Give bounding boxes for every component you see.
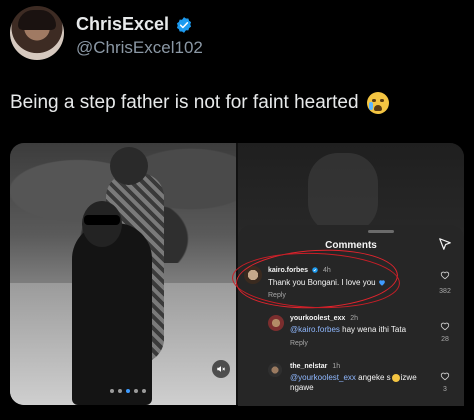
volume-off-icon[interactable] — [212, 360, 230, 378]
comment-mention[interactable]: @kairo.forbes — [290, 325, 340, 334]
comment-text: @kairo.forbes hay wena ithi Tata — [290, 325, 406, 334]
photo-father-child[interactable] — [10, 143, 236, 405]
handle[interactable]: @ChrisExcel102 — [76, 38, 203, 58]
comment-time: 1h — [332, 363, 341, 370]
comment-username: yourkoolest_exx 2h — [290, 315, 358, 322]
display-name-row: ChrisExcel — [76, 14, 193, 35]
comment-text-line2: ngawe — [290, 383, 314, 392]
like-count: 28 — [441, 336, 449, 343]
like-count: 3 — [443, 386, 447, 393]
carousel-dot-active — [126, 389, 130, 393]
carousel-indicator — [110, 389, 146, 393]
reply-button[interactable]: Reply — [290, 340, 308, 347]
paper-plane-icon — [439, 238, 451, 250]
tweet-header: ChrisExcel @ChrisExcel102 — [10, 6, 470, 62]
comment-mention[interactable]: @yourkoolest_exx — [290, 373, 356, 382]
comments-title: Comments — [325, 240, 377, 251]
sheet-grab-handle — [368, 230, 394, 233]
carousel-dot — [110, 389, 114, 393]
comment-username: the_nelstar 1h — [290, 363, 340, 370]
carousel-dot — [134, 389, 138, 393]
tweet-text-body: Being a step father is not for faint hea… — [10, 92, 359, 113]
comment-text: @yourkoolest_exx angeke s izwe — [290, 373, 417, 382]
laughing-face-icon — [391, 373, 400, 382]
verified-badge-icon — [177, 16, 192, 33]
like-heart-icon[interactable] — [440, 270, 450, 280]
carousel-dot — [118, 389, 122, 393]
comment-user-name: the_nelstar — [290, 363, 328, 370]
avatar[interactable] — [10, 6, 64, 60]
comment-avatar — [268, 363, 282, 377]
comment-avatar — [268, 315, 284, 331]
comment-body: hay wena ithi Tata — [339, 325, 407, 334]
tweet-text: Being a step father is not for faint hea… — [10, 92, 389, 114]
like-heart-icon[interactable] — [440, 321, 450, 331]
like-count: 382 — [439, 288, 451, 295]
display-name[interactable]: ChrisExcel — [76, 14, 169, 35]
carousel-dot — [142, 389, 146, 393]
like-heart-icon[interactable] — [440, 371, 450, 381]
comment-body: angeke s — [355, 373, 391, 382]
comment-time: 2h — [350, 315, 358, 322]
comment-body-continued: izwe — [400, 373, 417, 382]
loudly-crying-face-icon — [366, 92, 389, 114]
comment-user-name: yourkoolest_exx — [290, 315, 346, 322]
